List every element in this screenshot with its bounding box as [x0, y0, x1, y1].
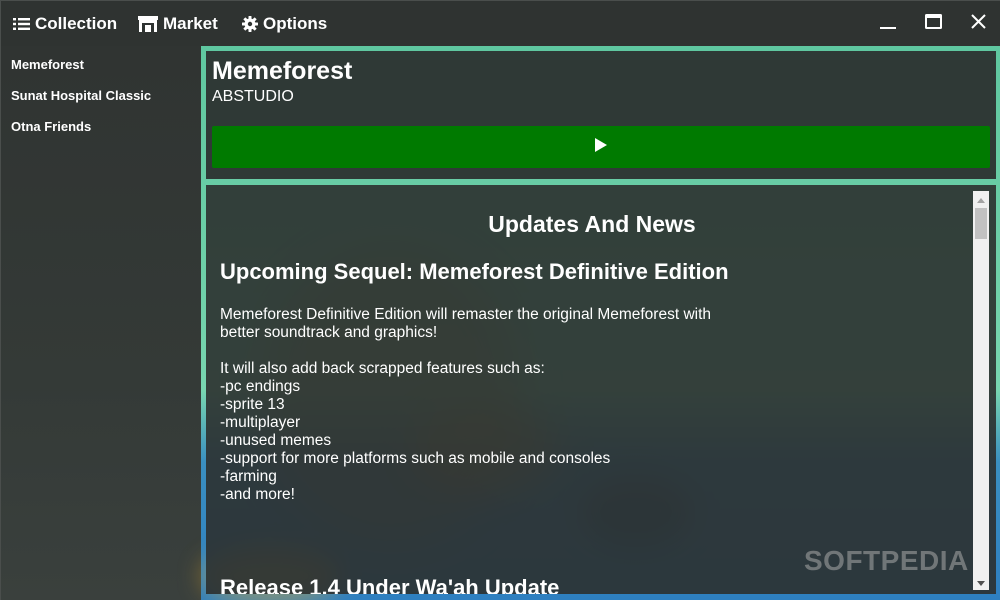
maximize-icon	[924, 14, 942, 34]
maximize-button[interactable]	[920, 11, 946, 37]
launcher-window: Collection Market Options Memeforest Sun…	[0, 0, 1000, 600]
news-feature-item: -unused memes	[220, 432, 332, 449]
game-title: Memeforest	[212, 57, 353, 85]
news-feature-item: -sprite 13	[220, 396, 285, 413]
softpedia-watermark: SOFTPEDIA	[804, 545, 969, 576]
news-feature-item: -and more!	[220, 486, 295, 503]
news-next-post-title: Release 1.4 Under Wa'ah Update	[220, 575, 560, 594]
top-bar: Collection Market Options	[1, 1, 1000, 46]
news-features-intro: It will also add back scrapped features …	[220, 360, 545, 377]
news-post-body: Memeforest Definitive Edition will remas…	[220, 306, 940, 504]
game-header: Memeforest ABSTUDIO	[206, 51, 996, 179]
sidebar-item-otna-friends[interactable]: Otna Friends	[11, 119, 91, 134]
news-feature-item: -multiplayer	[220, 414, 301, 431]
chevron-down-icon	[977, 573, 985, 591]
close-icon	[970, 14, 986, 34]
game-library-sidebar: Memeforest Sunat Hospital Classic Otna F…	[1, 46, 201, 600]
sidebar-item-memeforest[interactable]: Memeforest	[11, 57, 84, 72]
game-developer: ABSTUDIO	[212, 88, 294, 105]
nav-collection[interactable]: Collection	[13, 12, 117, 36]
play-icon	[594, 137, 608, 158]
play-button[interactable]	[212, 126, 990, 168]
chevron-up-icon	[977, 190, 985, 208]
gear-icon	[242, 16, 258, 32]
close-button[interactable]	[965, 11, 991, 37]
news-feature-item: -farming	[220, 468, 277, 485]
news-heading: Updates And News	[488, 211, 696, 237]
store-icon	[138, 16, 158, 32]
news-feature-item: -pc endings	[220, 378, 301, 395]
scroll-down-arrow[interactable]	[973, 574, 989, 590]
news-body-line: better soundtrack and graphics!	[220, 324, 438, 341]
news-feature-item: -support for more platforms such as mobi…	[220, 450, 611, 467]
news-panel[interactable]: Updates And News Upcoming Sequel: Memefo…	[206, 185, 996, 594]
news-body-line: Memeforest Definitive Edition will remas…	[220, 306, 712, 323]
minimize-button[interactable]	[875, 11, 901, 37]
nav-market[interactable]: Market	[138, 12, 218, 36]
scroll-up-arrow[interactable]	[973, 191, 989, 207]
news-post-title: Upcoming Sequel: Memeforest Definitive E…	[220, 259, 729, 284]
minimize-icon	[880, 14, 896, 35]
nav-options-label: Options	[263, 14, 328, 33]
nav-options[interactable]: Options	[242, 12, 327, 36]
nav-market-label: Market	[163, 14, 218, 33]
nav-collection-label: Collection	[35, 14, 118, 33]
list-icon	[13, 17, 30, 31]
scroll-thumb[interactable]	[975, 208, 987, 239]
news-scrollbar[interactable]	[973, 191, 989, 590]
sidebar-item-sunat-hospital-classic[interactable]: Sunat Hospital Classic	[11, 88, 151, 103]
